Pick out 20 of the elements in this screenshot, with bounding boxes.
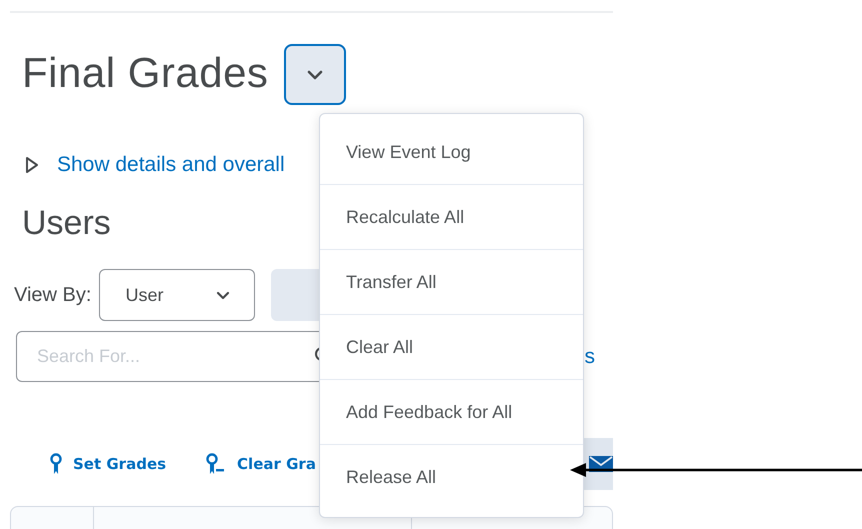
view-by-label: View By: — [14, 284, 92, 306]
set-grades-link[interactable]: Set Grades — [50, 453, 166, 475]
menu-item[interactable]: Recalculate All — [320, 184, 583, 249]
clear-grades-link[interactable]: Clear Gra — [206, 453, 316, 475]
chevron-down-icon — [216, 290, 230, 300]
view-by-select[interactable]: User — [99, 269, 256, 321]
pin-icon — [50, 453, 62, 475]
menu-item[interactable]: View Event Log — [320, 120, 583, 184]
menu-item[interactable]: Clear All — [320, 314, 583, 379]
email-button[interactable] — [583, 438, 613, 490]
chevron-down-icon — [307, 70, 324, 80]
options-link[interactable]: s — [584, 344, 595, 368]
menu-item[interactable]: Transfer All — [320, 249, 583, 314]
menu-item[interactable]: Add Feedback for All — [320, 379, 583, 444]
page-title: Final Grades — [22, 48, 268, 98]
triangle-icon[interactable] — [25, 156, 39, 174]
pin-minus-icon — [206, 453, 226, 475]
actions-menu-button[interactable] — [284, 44, 346, 105]
show-details-link[interactable]: Show details and overall — [57, 153, 285, 177]
section-title: Users — [22, 203, 111, 244]
